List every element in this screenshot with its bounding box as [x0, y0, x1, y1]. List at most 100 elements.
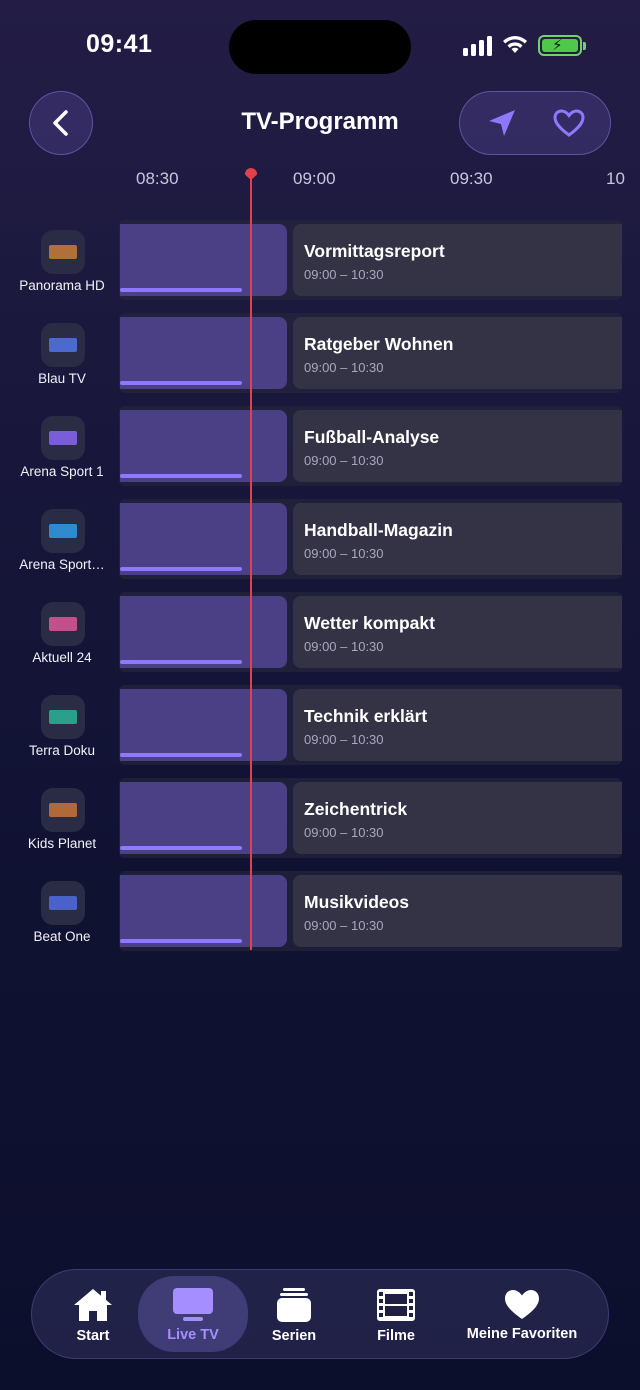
time-label-0900: 09:00	[293, 169, 336, 188]
status-time: 09:41	[86, 30, 153, 58]
program-progress-bar	[120, 660, 242, 664]
tab-bar: Start Live TV Serien Filme Meine Favorit…	[31, 1269, 609, 1359]
program-title: Wetter kompakt	[304, 613, 435, 633]
dynamic-island	[229, 20, 411, 74]
tab-live-tv[interactable]: Live TV	[138, 1276, 248, 1352]
channel-row: Panorama HD Vormittagsreport 09:00 – 10:…	[0, 220, 640, 313]
channel-name: Arena Sport…	[19, 557, 105, 572]
time-label-0830: 08:30	[136, 169, 179, 188]
tab-label: Live TV	[167, 1327, 219, 1343]
film-icon	[377, 1289, 415, 1321]
program-progress-bar	[120, 846, 242, 850]
channel-logo-swatch	[49, 338, 77, 352]
program-title: Vormittagsreport	[304, 241, 445, 261]
channel-item[interactable]: Panorama HD	[0, 220, 124, 313]
program-title: Zeichentrick	[304, 799, 408, 819]
tab-serien[interactable]: Serien	[252, 1270, 336, 1360]
time-label-10: 10	[606, 169, 625, 188]
tab-start[interactable]: Start	[52, 1270, 134, 1360]
channel-logo-swatch	[49, 896, 77, 910]
previous-program-block[interactable]	[120, 689, 287, 761]
tab-label: Serien	[271, 1328, 317, 1344]
channel-item[interactable]: Aktuell 24	[0, 592, 124, 685]
header-actions	[459, 91, 611, 155]
program-time: 09:00 – 10:30	[304, 825, 384, 840]
channel-row: Terra Doku Technik erklärt 09:00 – 10:30	[0, 685, 640, 778]
previous-program-block[interactable]	[120, 317, 287, 389]
stack-icon	[277, 1288, 311, 1322]
channel-row: Arena Sport 1 Fußball-Analyse 09:00 – 10…	[0, 406, 640, 499]
program-title: Technik erklärt	[304, 706, 428, 726]
now-indicator-marker	[245, 168, 257, 180]
wifi-icon	[503, 36, 527, 53]
previous-program-block[interactable]	[120, 782, 287, 854]
status-icons: ⚡	[463, 34, 586, 56]
channel-name: Panorama HD	[19, 278, 105, 293]
previous-program-block[interactable]	[120, 503, 287, 575]
channel-logo	[41, 230, 85, 274]
channel-name: Kids Planet	[27, 836, 97, 851]
program-time: 09:00 – 10:30	[304, 918, 384, 933]
tab-meine-favoriten[interactable]: Meine Favoriten	[456, 1270, 588, 1360]
channel-logo	[41, 509, 85, 553]
channel-logo-swatch	[49, 524, 77, 538]
cellular-signal-icon	[463, 34, 492, 56]
channel-row: Kids Planet Zeichentrick 09:00 – 10:30	[0, 778, 640, 871]
home-icon	[74, 1289, 112, 1321]
channel-logo-swatch	[49, 245, 77, 259]
channel-name: Aktuell 24	[32, 650, 92, 665]
channel-name: Terra Doku	[28, 743, 96, 758]
channel-item[interactable]: Arena Sport 1	[0, 406, 124, 499]
program-time: 09:00 – 10:30	[304, 360, 384, 375]
channel-logo	[41, 416, 85, 460]
channel-logo-swatch	[49, 803, 77, 817]
program-progress-bar	[120, 474, 242, 478]
tab-label: Start	[76, 1328, 110, 1344]
channel-logo-swatch	[49, 710, 77, 724]
program-title: Handball-Magazin	[304, 520, 453, 540]
channel-name: Blau TV	[38, 371, 86, 386]
previous-program-block[interactable]	[120, 596, 287, 668]
program-time: 09:00 – 10:30	[304, 453, 384, 468]
channel-row: Blau TV Ratgeber Wohnen 09:00 – 10:30	[0, 313, 640, 406]
program-title: Ratgeber Wohnen	[304, 334, 454, 354]
location-button[interactable]	[472, 95, 532, 151]
time-label-0930: 09:30	[450, 169, 493, 188]
channel-item[interactable]: Kids Planet	[0, 778, 124, 871]
program-title: Fußball-Analyse	[304, 427, 440, 447]
program-progress-bar	[120, 288, 242, 292]
channel-row: Arena Sport… Handball-Magazin 09:00 – 10…	[0, 499, 640, 592]
previous-program-block[interactable]	[120, 410, 287, 482]
program-progress-bar	[120, 939, 242, 943]
channel-row: Beat One Musikvideos 09:00 – 10:30	[0, 871, 640, 964]
channel-name: Beat One	[33, 929, 91, 944]
channel-row: Aktuell 24 Wetter kompakt 09:00 – 10:30	[0, 592, 640, 685]
program-time: 09:00 – 10:30	[304, 267, 384, 282]
previous-program-block[interactable]	[120, 875, 287, 947]
program-time: 09:00 – 10:30	[304, 546, 384, 561]
channel-logo	[41, 602, 85, 646]
channel-item[interactable]: Terra Doku	[0, 685, 124, 778]
tab-filme[interactable]: Filme	[354, 1270, 438, 1360]
channel-item[interactable]: Beat One	[0, 871, 124, 964]
program-progress-bar	[120, 753, 242, 757]
program-progress-bar	[120, 381, 242, 385]
program-progress-bar	[120, 567, 242, 571]
channel-logo-swatch	[49, 617, 77, 631]
heart-outline-icon	[552, 109, 585, 137]
channel-name: Arena Sport 1	[20, 464, 104, 479]
channel-item[interactable]: Blau TV	[0, 313, 124, 406]
program-title: Musikvideos	[304, 892, 410, 912]
program-time: 09:00 – 10:30	[304, 732, 384, 747]
battery-charging-icon: ⚡	[538, 34, 586, 56]
channel-item[interactable]: Arena Sport…	[0, 499, 124, 592]
location-arrow-icon	[488, 110, 515, 136]
favorite-button[interactable]	[539, 95, 599, 151]
previous-program-block[interactable]	[120, 224, 287, 296]
tv-icon	[173, 1288, 213, 1321]
channel-logo	[41, 323, 85, 367]
tab-label: Filme	[377, 1328, 415, 1344]
program-time: 09:00 – 10:30	[304, 639, 384, 654]
channel-logo	[41, 695, 85, 739]
tab-label: Meine Favoriten	[466, 1326, 578, 1342]
